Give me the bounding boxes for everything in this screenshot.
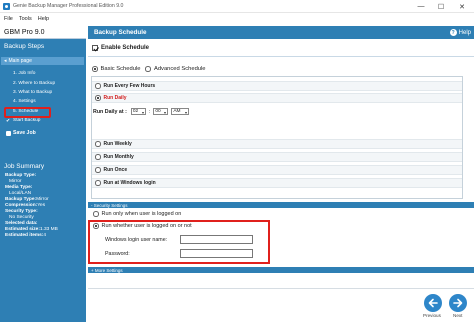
arrow-left-icon — [428, 298, 438, 308]
arrow-right-icon — [453, 298, 463, 308]
app-logo-icon — [3, 2, 10, 10]
sidebar: GBM Pro 9.0 Backup Steps ◂ Main page 1. … — [0, 26, 86, 322]
run-whether-logged-on-radio[interactable] — [93, 223, 99, 229]
basic-schedule-label[interactable]: Basic Schedule — [101, 66, 141, 72]
chevron-down-icon — [164, 111, 167, 114]
help-icon: ? — [449, 29, 457, 36]
option-daily[interactable]: Run Daily — [95, 95, 127, 101]
option-bar — [92, 139, 462, 149]
previous-button[interactable] — [424, 294, 442, 312]
option-weekly[interactable]: Run Weekly — [95, 141, 132, 147]
more-settings-label: + More Settings — [91, 267, 123, 273]
schedule-mode-row: Basic Schedule Advanced Schedule — [92, 66, 206, 72]
run-daily-at-label: Run Daily at : — [93, 108, 127, 115]
every-few-hours-radio[interactable] — [95, 83, 101, 89]
footer-divider — [88, 288, 474, 289]
close-button[interactable]: ✕ — [453, 0, 471, 13]
daily-radio[interactable] — [95, 95, 101, 101]
option-bar — [92, 93, 462, 103]
previous-label: Previous — [423, 313, 441, 318]
step-where-to-backup[interactable]: 2. Where to Backup — [13, 81, 55, 86]
option-monthly[interactable]: Run Monthly — [95, 154, 134, 160]
schedule-step-highlight — [4, 107, 51, 118]
advanced-schedule-label[interactable]: Advanced Schedule — [154, 66, 206, 72]
advanced-schedule-radio[interactable] — [145, 66, 151, 72]
monthly-label: Run Monthly — [103, 154, 134, 160]
monthly-radio[interactable] — [95, 154, 101, 160]
password-label: Password: — [105, 251, 130, 257]
step-job-info[interactable]: 1. Job Info — [13, 71, 35, 76]
chevron-down-icon — [141, 111, 144, 114]
main-page-label: Main page — [8, 58, 32, 64]
weekly-radio[interactable] — [95, 141, 101, 147]
save-job-button[interactable]: Save Job — [6, 130, 36, 136]
next-label: Next — [453, 313, 463, 318]
run-whether-logged-on-label: Run whether user is logged on or not — [101, 223, 192, 229]
security-settings-label: - Security Settings — [91, 202, 128, 208]
save-disk-icon — [6, 130, 11, 136]
basic-schedule-radio[interactable] — [92, 66, 98, 72]
enable-schedule-row[interactable]: Enable Schedule — [92, 45, 149, 51]
run-only-logged-on-row[interactable]: Run only when user is logged on — [93, 211, 181, 217]
help-button[interactable]: ? Help — [449, 28, 471, 37]
job-summary-heading: Job Summary — [4, 163, 45, 170]
enable-schedule-checkbox[interactable] — [92, 45, 98, 51]
menu-help[interactable]: Help — [38, 16, 49, 22]
option-windows-login[interactable]: Run at Windows login — [95, 180, 156, 186]
menu-file[interactable]: File — [4, 16, 13, 22]
run-daily-time-row: Run Daily at : 02 : 00 AM — [93, 108, 190, 115]
once-label: Run Once — [103, 167, 128, 173]
security-settings-header[interactable]: - Security Settings — [88, 202, 474, 208]
step-what-to-backup[interactable]: 3. What to Backup — [13, 90, 52, 95]
chevron-down-icon — [185, 111, 188, 114]
run-whether-logged-on-row[interactable]: Run whether user is logged on or not — [93, 223, 192, 229]
every-few-hours-label: Run Every Few Hours — [103, 83, 156, 89]
backup-steps-heading: Backup Steps — [4, 43, 45, 50]
menu-tools[interactable]: Tools — [19, 16, 32, 22]
enable-schedule-label: Enable Schedule — [101, 45, 150, 51]
option-once[interactable]: Run Once — [95, 167, 127, 173]
option-every-few-hours[interactable]: Run Every Few Hours — [95, 83, 155, 89]
main-page-button[interactable]: ◂ Main page — [1, 57, 84, 65]
weekly-label: Run Weekly — [103, 141, 132, 147]
page-title: Backup Schedule — [94, 29, 147, 36]
window-title: Genie Backup Manager Professional Editio… — [13, 3, 124, 9]
hour-select[interactable]: 02 — [130, 108, 146, 115]
maximize-button[interactable]: ☐ — [432, 0, 450, 13]
step-settings[interactable]: 4. Settings — [13, 99, 36, 104]
step-start-backup[interactable]: Start Backup — [13, 118, 40, 123]
daily-label: Run Daily — [103, 95, 127, 101]
title-bar: Genie Backup Manager Professional Editio… — [0, 0, 474, 13]
menu-bar: File Tools Help — [0, 14, 474, 23]
summary-estimated-items: Estimated items:4 — [5, 233, 47, 238]
help-label: Help — [458, 29, 471, 36]
once-radio[interactable] — [95, 167, 101, 173]
option-bar — [92, 152, 462, 162]
next-button[interactable] — [449, 294, 467, 312]
save-job-label: Save Job — [13, 130, 36, 136]
home-icon: ◂ — [4, 58, 7, 64]
minute-select[interactable]: 00 — [153, 108, 169, 115]
more-settings-header[interactable]: + More Settings — [88, 267, 474, 273]
run-only-logged-on-label: Run only when user is logged on — [101, 211, 182, 217]
checkmark-icon: ✔ — [6, 118, 11, 124]
minimize-button[interactable]: — — [412, 0, 430, 13]
run-only-logged-on-radio[interactable] — [93, 211, 99, 217]
windows-login-name-input[interactable] — [180, 235, 253, 244]
windows-login-name-label: Windows login user name: — [105, 237, 168, 243]
password-input[interactable] — [180, 249, 253, 258]
page-header: Backup Schedule ? Help — [88, 26, 474, 39]
windows-login-radio[interactable] — [95, 180, 101, 186]
option-bar — [92, 165, 462, 175]
windows-login-label: Run at Windows login — [103, 180, 156, 186]
time-colon: : — [148, 108, 151, 115]
ampm-select[interactable]: AM — [171, 108, 190, 115]
divider — [88, 56, 474, 57]
product-name: GBM Pro 9.0 — [0, 26, 86, 39]
